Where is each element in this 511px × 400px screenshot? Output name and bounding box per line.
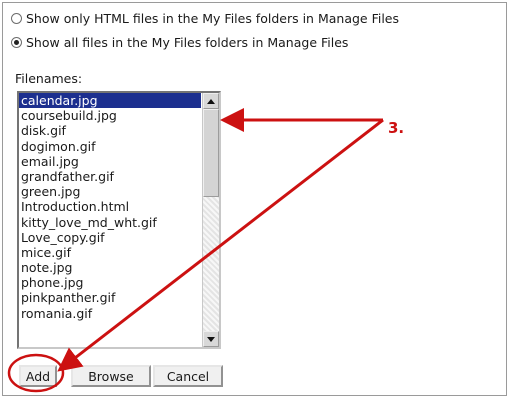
step-number: 3. (388, 119, 405, 137)
add-button-highlight-circle (7, 353, 65, 393)
annotation-arrow-to-add (57, 118, 384, 372)
annotation-overlay (7, 108, 384, 393)
